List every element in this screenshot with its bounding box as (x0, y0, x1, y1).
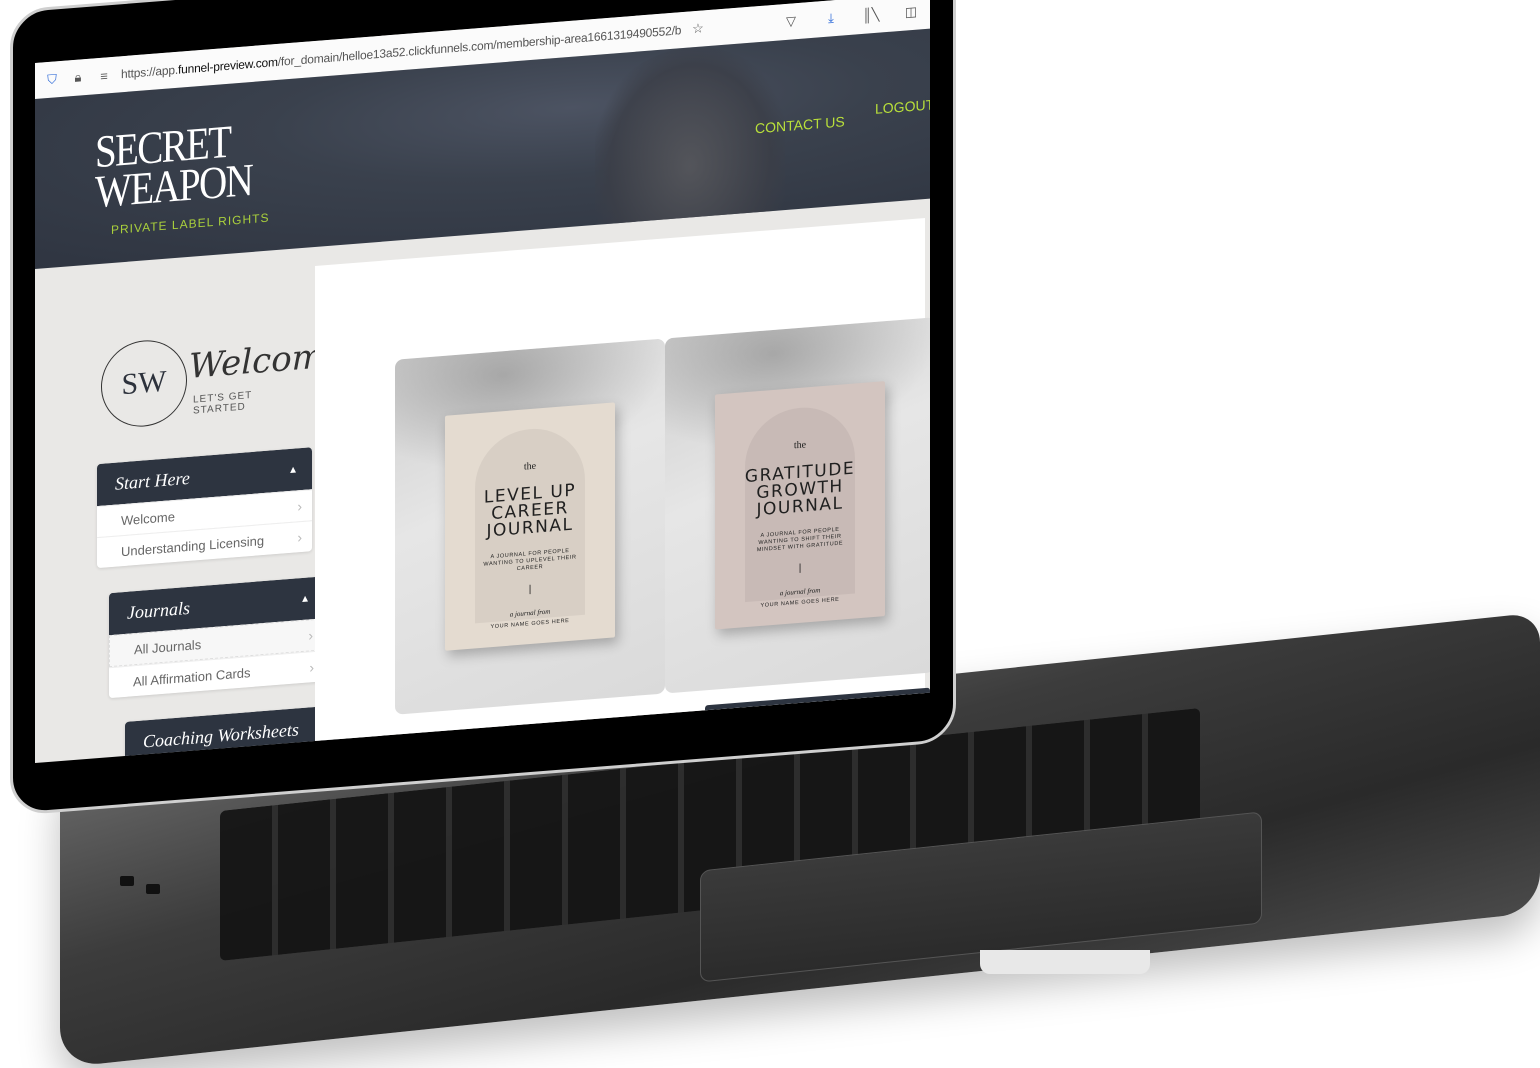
product-card[interactable]: the GRATITUDE GROWTH JOURNAL A JOURNAL F… (665, 317, 930, 694)
url-prefix: https://app. (121, 62, 178, 82)
usb-port (146, 884, 160, 894)
group-title: Journals (127, 597, 190, 623)
usb-port (120, 876, 134, 886)
menu-item-label: Welcome (121, 508, 175, 528)
welcome-badge: SW Welcome LET'S GET STARTED (101, 328, 344, 434)
nav-logout[interactable]: LOGOUT (875, 96, 930, 117)
menu-group-header[interactable]: Coaching Worksheets▼ (125, 705, 340, 764)
journal-cover: the LEVEL UP CAREER JOURNAL A JOURNAL FO… (445, 402, 615, 651)
chevron-right-icon: › (309, 659, 314, 676)
product-button[interactable] (435, 717, 675, 764)
sidebar-icon[interactable]: ◫ (902, 2, 920, 21)
laptop-lid: ⛉ 🔒︎ ≡ https://app.funnel-preview.com/fo… (10, 0, 956, 816)
group-title: Start Here (115, 467, 190, 494)
menu-group-start-here: Start Here ▲ Welcome › Understanding Licen… (97, 447, 312, 569)
caret-up-icon: ▲ (300, 592, 310, 605)
pocket-icon[interactable]: ▽ (782, 12, 800, 31)
group-title: Coaching Worksheets (143, 718, 299, 752)
star-icon[interactable]: ☆ (689, 19, 707, 38)
welcome-subtitle: LET'S GET STARTED (193, 389, 253, 417)
library-icon[interactable]: ║╲ (862, 6, 880, 25)
product-card[interactable]: the LEVEL UP CAREER JOURNAL A JOURNAL FO… (395, 338, 665, 715)
menu-item-label: Understanding Licensing (121, 532, 265, 559)
chevron-right-icon: › (308, 627, 313, 644)
caret-up-icon: ▲ (288, 463, 298, 476)
download-icon[interactable]: ⤓ (822, 9, 840, 28)
menu-group-coaching-worksheets: Coaching Worksheets▼ (125, 705, 340, 764)
logo-line-2: WEAPON (95, 153, 253, 218)
browser-screen: ⛉ 🔒︎ ≡ https://app.funnel-preview.com/fo… (35, 0, 930, 764)
journal-cover: the GRATITUDE GROWTH JOURNAL A JOURNAL F… (715, 381, 885, 630)
chevron-right-icon: › (297, 498, 302, 515)
menu-group-journals: Journals ▲ All Journals › All Affirmation … (109, 576, 324, 699)
lock-icon[interactable]: 🔒︎ (69, 68, 87, 87)
shield-icon[interactable]: ⛉ (43, 70, 61, 89)
laptop-front-notch (980, 950, 1150, 974)
logo-tagline: PRIVATE LABEL RIGHTS (111, 210, 270, 238)
menu-item-label: All Journals (134, 636, 202, 657)
url-domain: funnel-preview.com (177, 54, 278, 77)
monogram-circle: SW (101, 337, 187, 430)
menu-item-label: All Affirmation Cards (133, 664, 251, 689)
product-button[interactable] (705, 687, 930, 746)
chevron-right-icon: › (297, 529, 302, 546)
site-logo[interactable]: SECRET WEAPON (95, 116, 253, 218)
sidebar: SW Welcome LET'S GET STARTED Start Here ▲… (35, 247, 344, 764)
cover-arch (475, 424, 585, 624)
cover-arch (745, 403, 855, 603)
main-content: the LEVEL UP CAREER JOURNAL A JOURNAL FO… (315, 217, 930, 764)
permissions-icon[interactable]: ≡ (95, 66, 113, 85)
